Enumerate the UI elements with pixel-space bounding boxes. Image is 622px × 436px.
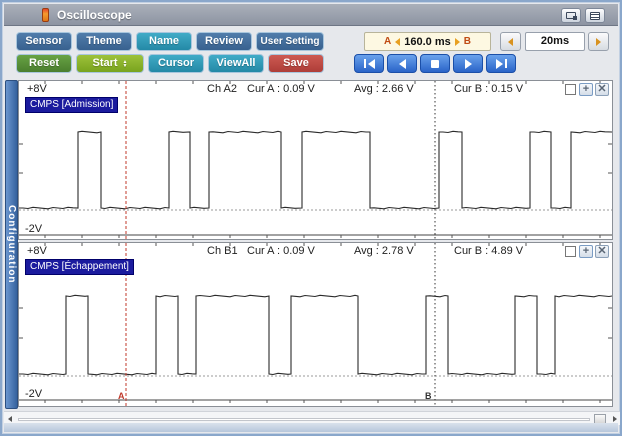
ab-range-value: 160.0 ms — [404, 35, 451, 48]
cursor-button[interactable]: Cursor — [148, 54, 204, 73]
play-forward-button[interactable] — [453, 54, 483, 73]
skip-back-button[interactable] — [354, 54, 384, 73]
cursor-a-readout: Cur A : 0.09 V — [247, 245, 315, 257]
stop-button[interactable] — [420, 54, 450, 73]
cursor-a-readout: Cur A : 0.09 V — [247, 83, 315, 95]
display-window-button[interactable] — [561, 8, 581, 23]
sensor-button[interactable]: Sensor — [16, 32, 72, 51]
timebase-value[interactable]: 20ms — [525, 32, 585, 51]
scope-panel-cha2: +8V Ch A2 Cur A : 0.09 V Avg : 2.66 V Cu… — [18, 80, 613, 240]
cursor-b-letter: B — [463, 36, 471, 47]
user-setting-button[interactable]: User Setting — [256, 32, 324, 51]
viewall-button[interactable]: ViewAll — [208, 54, 264, 73]
play-back-button[interactable] — [387, 54, 417, 73]
channel-chip: CMPS [Échappement] — [25, 259, 134, 275]
close-panel-button[interactable]: ✕ — [595, 245, 609, 258]
channel-chip: CMPS [Admission] — [25, 97, 119, 113]
cursor-a-letter: A — [384, 36, 392, 47]
play-back-icon — [398, 58, 406, 69]
start-label: Start — [92, 57, 118, 69]
timebase-increase-button[interactable] — [588, 32, 609, 51]
step-right-icon — [596, 37, 601, 46]
configuration-tab-label: Configuration — [6, 205, 17, 284]
stop-icon — [431, 59, 439, 68]
step-left-icon — [508, 37, 513, 46]
review-button[interactable]: Review — [196, 32, 252, 51]
channel-label: Ch B1 — [207, 245, 238, 257]
channel-label: Ch A2 — [207, 83, 237, 95]
visibility-checkbox[interactable] — [565, 84, 576, 95]
theme-button[interactable]: Theme — [76, 32, 132, 51]
close-panel-button[interactable]: ✕ — [595, 83, 609, 96]
arrow-left-icon — [395, 37, 401, 46]
reset-button[interactable]: Reset — [16, 54, 72, 73]
display-window-icon — [566, 12, 577, 20]
play-forward-icon — [464, 58, 472, 69]
visibility-checkbox[interactable] — [565, 246, 576, 257]
window-frame-bottom — [4, 423, 618, 432]
skip-forward-icon — [495, 58, 503, 69]
list-window-button[interactable] — [585, 8, 605, 23]
cursor-b-bottom-label[interactable]: B — [425, 391, 432, 401]
up-down-spinner-icon: ▲ ▼ — [122, 58, 128, 69]
vmax-label: +8V — [27, 83, 47, 95]
scroll-right-icon[interactable] — [613, 416, 617, 422]
start-button[interactable]: Start ▲ ▼ — [76, 54, 144, 73]
zoom-plus-button[interactable]: + — [579, 245, 593, 258]
cursor-a-bottom-label[interactable]: A — [118, 391, 125, 401]
skip-back-icon-arrow — [367, 58, 375, 69]
app-icon — [42, 8, 49, 22]
oscilloscope-window: Oscilloscope Sensor Theme Name Review Us… — [0, 0, 622, 436]
cursor-b-readout: Cur B : 4.89 V — [454, 245, 524, 257]
vmax-label: +8V — [27, 245, 47, 257]
save-button[interactable]: Save — [268, 54, 324, 73]
vmin-label: -2V — [25, 223, 43, 235]
scroll-left-icon[interactable] — [8, 416, 12, 422]
skip-forward-icon-bar — [504, 59, 507, 68]
avg-readout: Avg : 2.78 V — [354, 245, 414, 257]
titlebar[interactable]: Oscilloscope — [4, 4, 618, 26]
scope-panel-chb1: +8V Ch B1 Cur A : 0.09 V Avg : 2.78 V Cu… — [18, 242, 613, 407]
avg-readout: Avg : 2.66 V — [354, 83, 414, 95]
list-window-icon — [590, 11, 600, 20]
skip-forward-button[interactable] — [486, 54, 516, 73]
timebase-decrease-button[interactable] — [500, 32, 521, 51]
arrow-right-icon — [454, 37, 460, 46]
scrollbar-trough[interactable] — [18, 418, 590, 421]
zoom-plus-button[interactable]: + — [579, 83, 593, 96]
name-button[interactable]: Name — [136, 32, 192, 51]
window-title: Oscilloscope — [57, 8, 132, 22]
skip-back-icon — [363, 59, 366, 68]
cursor-b-readout: Cur B : 0.15 V — [454, 83, 524, 95]
vmin-label: -2V — [25, 388, 43, 400]
configuration-tab[interactable]: Configuration — [5, 80, 18, 409]
ab-range-box[interactable]: A 160.0 ms B — [364, 32, 491, 51]
